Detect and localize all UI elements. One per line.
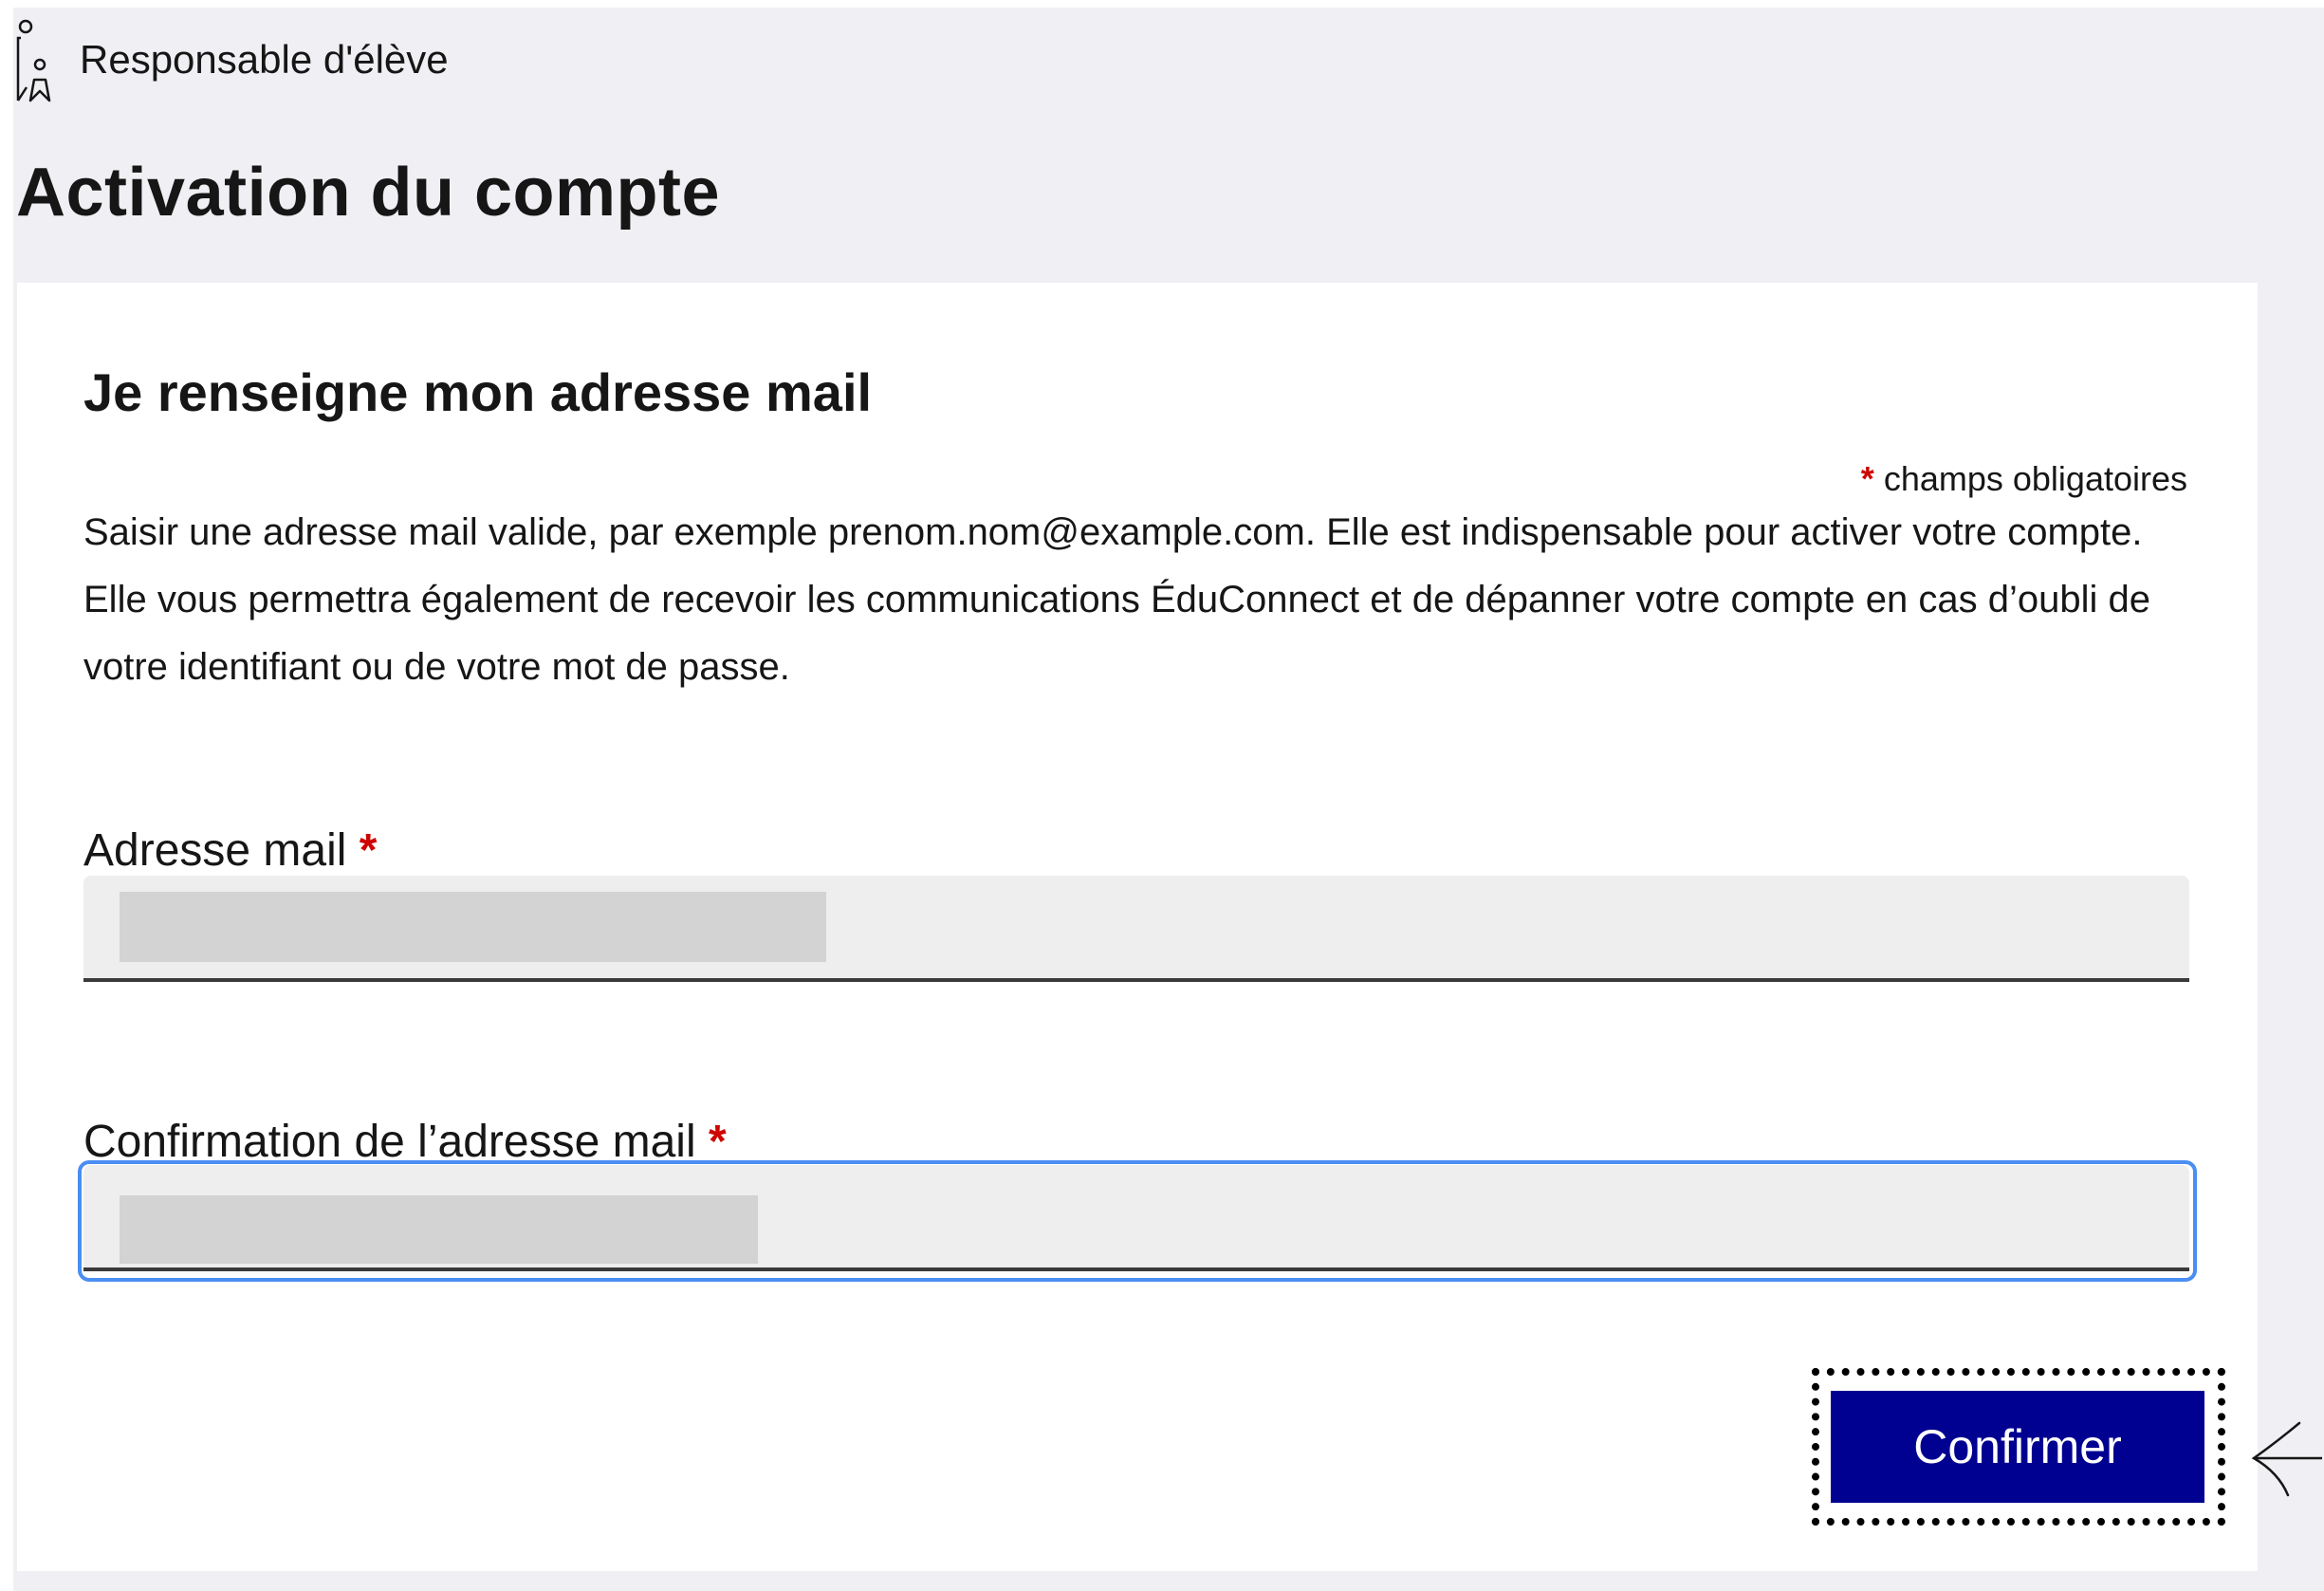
confirm-email-required-star: * (708, 1117, 727, 1167)
form-description: Saisir une adresse mail valide, par exem… (83, 511, 2151, 688)
confirm-email-redacted-value (120, 1195, 758, 1264)
arrow-annotation-icon (2251, 1421, 2322, 1497)
email-label-text: Adresse mail (83, 825, 347, 876)
email-form-card: Je renseigne mon adresse mail * champs o… (17, 283, 2258, 1571)
page-title: Activation du compte (16, 155, 721, 231)
person-bookmark-icon (16, 19, 51, 102)
email-required-star: * (359, 825, 378, 876)
required-fields-note: * champs obligatoires (1861, 459, 2187, 499)
confirm-button[interactable]: Confirmer (1831, 1391, 2204, 1503)
confirm-email-label: Confirmation de l’adresse mail * (83, 1115, 727, 1170)
email-redacted-value (120, 892, 826, 962)
required-note-text: champs obligatoires (1883, 459, 2187, 498)
role-label: Responsable d'élève (80, 37, 449, 82)
email-label: Adresse mail * (83, 823, 377, 879)
card-title: Je renseigne mon adresse mail (83, 362, 873, 422)
required-star: * (1860, 459, 1874, 498)
role-header: Responsable d'élève (13, 17, 449, 102)
confirm-email-label-text: Confirmation de l’adresse mail (83, 1117, 696, 1167)
